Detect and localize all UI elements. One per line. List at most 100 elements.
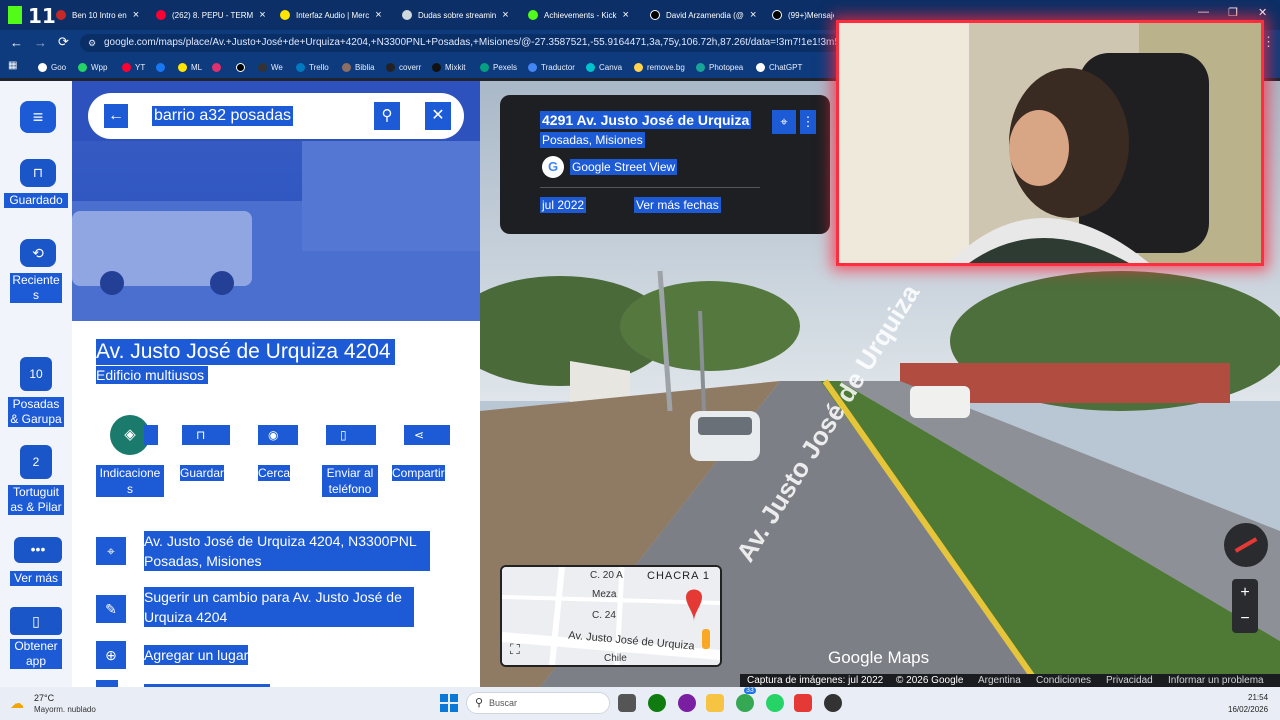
list-badge: 10	[20, 357, 52, 391]
apps-grid-icon[interactable]: ▦	[8, 60, 17, 71]
minimize-icon[interactable]: —	[1198, 6, 1209, 18]
footer-report[interactable]: Informar un problema	[1168, 674, 1264, 687]
nearby-button[interactable]: ◉ Cerca	[254, 415, 302, 499]
footer-privacy[interactable]: Privacidad	[1106, 674, 1153, 687]
suggest-edit-row[interactable]: ✎ Sugerir un cambio para Av. Justo José …	[96, 587, 466, 629]
url-input[interactable]: ⚙ google.com/maps/place/Av.+Justo+José+d…	[80, 34, 840, 52]
app-icon[interactable]	[794, 694, 812, 712]
expand-map-icon[interactable]: ⛶	[510, 641, 528, 659]
whatsapp-icon	[78, 62, 87, 72]
search-icon[interactable]: ⚲	[374, 102, 400, 130]
zoom-out-icon[interactable]: −	[1232, 607, 1258, 631]
add-place-row[interactable]: ⊕ Agregar un lugar	[96, 641, 466, 671]
close-icon[interactable]: ✕	[425, 102, 451, 130]
file-explorer-icon[interactable]	[706, 694, 724, 712]
bookmark-item[interactable]: ChatGPT	[756, 60, 802, 74]
bookmark-item[interactable]: Pexels	[480, 60, 517, 74]
close-icon[interactable]: ×	[133, 9, 139, 21]
xbox-icon[interactable]	[648, 694, 666, 712]
rail-item-list[interactable]: 10 Posadas & Garupa	[0, 357, 72, 431]
more-dates-link[interactable]: Ver más fechas	[634, 197, 721, 213]
map-label: C. 24	[592, 610, 616, 621]
footer-terms[interactable]: Condiciones	[1036, 674, 1091, 687]
facebook-icon	[156, 62, 165, 72]
bookmark-item[interactable]	[236, 60, 249, 74]
close-icon[interactable]: ×	[622, 9, 628, 21]
tab-favicon-icon	[56, 10, 66, 20]
capture-date[interactable]: jul 2022	[540, 197, 587, 213]
app-logo: 11	[6, 3, 62, 28]
bookmark-item[interactable]: Photopea	[696, 60, 743, 74]
maximize-icon[interactable]: ❐	[1228, 6, 1238, 19]
rail-item-list[interactable]: 2 Tortuguit as & Pilar	[0, 445, 72, 519]
weather-temp: 27°C	[34, 693, 55, 703]
bookmark-item[interactable]: Mixkit	[432, 60, 465, 74]
back-icon[interactable]: ←	[10, 35, 23, 50]
browser-tab[interactable]: Interfaz Audio | Merc ×	[280, 3, 388, 27]
place-panel: ← barrio a32 posadas ⚲ ✕ Av. Justo José …	[72, 81, 480, 687]
task-view-icon[interactable]	[618, 694, 636, 712]
address-row[interactable]: ⌖ Av. Justo José de Urquiza 4204, N3300P…	[96, 531, 466, 573]
bookmark-item[interactable]	[212, 60, 225, 74]
site-info-icon: ⚙	[88, 38, 97, 48]
close-icon[interactable]: ×	[502, 9, 508, 21]
share-button[interactable]: ⋖ Compartir	[390, 415, 456, 499]
bookmark-item[interactable]: Goo	[38, 60, 66, 74]
bookmark-item[interactable]: Traductor	[528, 60, 575, 74]
rail-item-get-app[interactable]: ▯ Obtener app	[0, 607, 72, 677]
browser-tab[interactable]: Dudas sobre streamin ×	[402, 3, 514, 27]
close-icon[interactable]: ×	[375, 9, 381, 21]
history-icon: ⟲	[20, 239, 56, 267]
forward-icon[interactable]: →	[34, 35, 47, 50]
next-row-icon	[96, 680, 118, 687]
rail-label: Ver más	[10, 571, 62, 586]
directions-button[interactable]: ◈ Indicacione s	[94, 415, 168, 499]
weather-widget[interactable]: ☁ 27°C Mayorm. nublado	[10, 691, 130, 717]
close-icon[interactable]: ×	[259, 9, 265, 21]
zoom-in-icon[interactable]: +	[1232, 581, 1258, 605]
tiktok-icon	[650, 10, 660, 20]
more-options-icon[interactable]: ⋮	[800, 110, 816, 134]
bookmark-item[interactable]: coverr	[386, 60, 421, 74]
compass-control[interactable]	[1224, 523, 1268, 567]
rail-item-saved[interactable]: ⊓ Guardado	[0, 159, 72, 209]
bookmark-item[interactable]: Canva	[586, 60, 622, 74]
reload-icon[interactable]: ⟳	[58, 34, 69, 50]
browser-tab[interactable]: Achievements - Kick ×	[528, 3, 636, 27]
close-icon[interactable]: ×	[750, 9, 756, 21]
clock-date[interactable]: 16/02/2026	[1228, 705, 1268, 714]
search-input[interactable]: barrio a32 posadas	[152, 106, 293, 126]
search-box[interactable]: ← barrio a32 posadas ⚲ ✕	[88, 93, 464, 139]
bookmark-item[interactable]: We	[258, 60, 283, 74]
rail-item-recent[interactable]: ⟲ Reciente s	[0, 239, 72, 309]
menu-button[interactable]: ≡	[20, 101, 56, 133]
browser-tab[interactable]: Ben 10 Intro en ×	[56, 3, 144, 27]
close-window-icon[interactable]: ✕	[1258, 6, 1267, 19]
bookmark-item[interactable]: ML	[178, 60, 202, 74]
mercadolibre-icon	[280, 10, 290, 20]
minimap[interactable]: C. 20 A CHACRA 1 Meza C. 24 Av. Justo Jo…	[500, 565, 722, 667]
save-button[interactable]: ⊓ Guardar	[178, 415, 230, 499]
location-pin-icon[interactable]: ⌖	[772, 110, 796, 134]
obs-icon[interactable]	[824, 694, 842, 712]
app-icon[interactable]	[678, 694, 696, 712]
start-button[interactable]	[440, 694, 458, 712]
action-label: Guardar	[180, 465, 225, 481]
rail-item-more[interactable]: ••• Ver más	[0, 537, 72, 589]
bookmark-item[interactable]: Trello	[296, 60, 329, 74]
footer-country[interactable]: Argentina	[978, 674, 1021, 687]
browser-tab[interactable]: (99+)Mensaje	[772, 3, 834, 27]
chrome-icon[interactable]: 33	[736, 687, 756, 712]
whatsapp-icon[interactable]	[766, 694, 784, 712]
taskbar-search[interactable]: ⚲ Buscar	[466, 692, 610, 714]
browser-tab[interactable]: David Arzamendia (@ ×	[650, 3, 760, 27]
browser-tab[interactable]: (262) 8. PEPU - TERM ×	[156, 3, 266, 27]
clock-time[interactable]: 21:54	[1248, 693, 1268, 702]
bookmark-item[interactable]	[156, 60, 169, 74]
back-arrow-icon[interactable]: ←	[104, 104, 128, 128]
bookmark-item[interactable]: Biblia	[342, 60, 375, 74]
send-to-phone-button[interactable]: ▯ Enviar al teléfono	[322, 415, 378, 499]
bookmark-item[interactable]: YT	[122, 60, 145, 74]
bookmark-item[interactable]: Wpp	[78, 60, 107, 74]
bookmark-item[interactable]: remove.bg	[634, 60, 685, 74]
